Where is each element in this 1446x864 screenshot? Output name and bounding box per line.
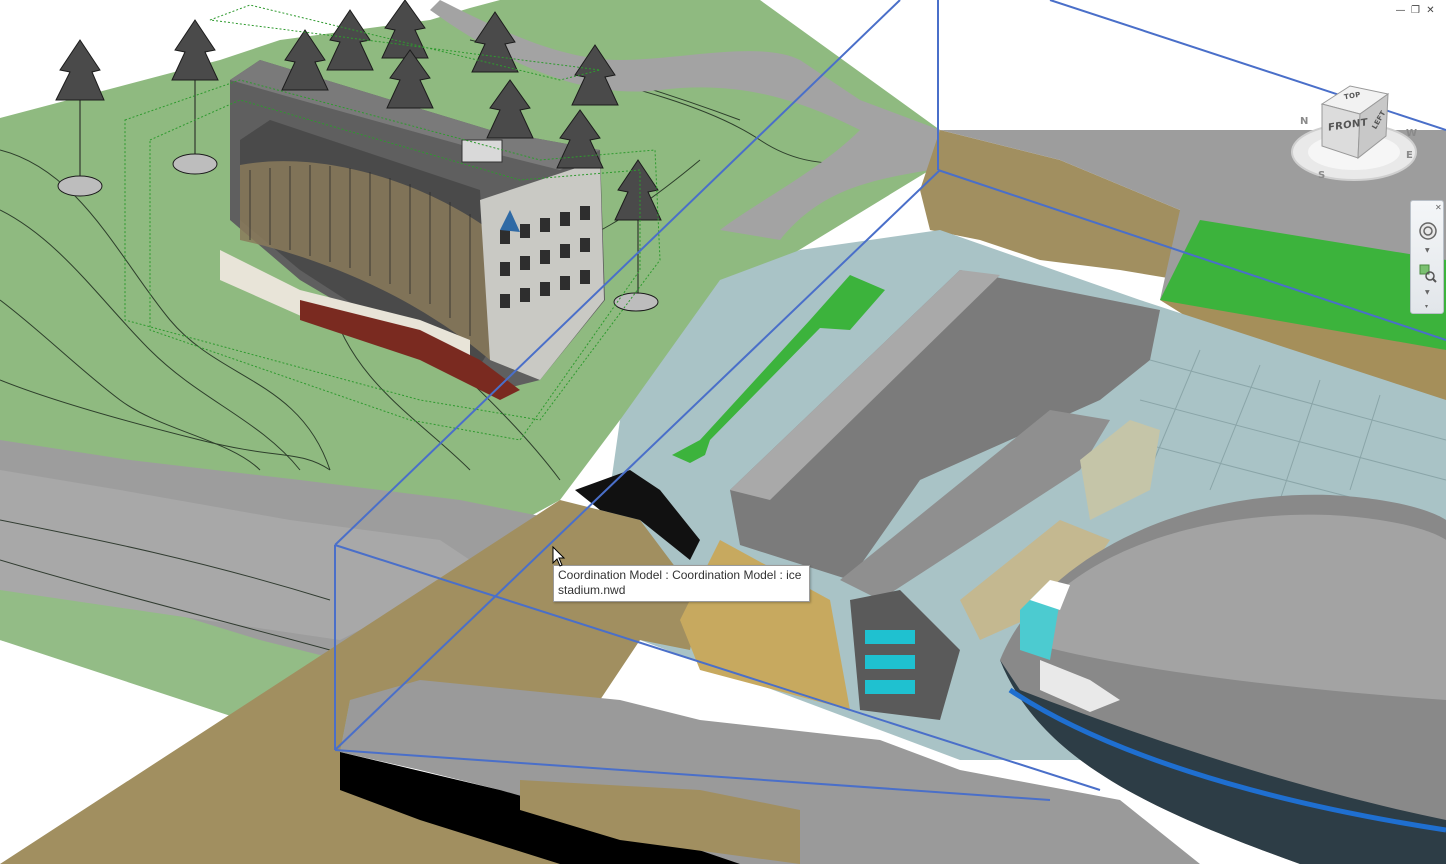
mouse-cursor-icon bbox=[552, 546, 566, 567]
navigation-bar: ✕ ▼ ▼ ▾ bbox=[1410, 200, 1444, 314]
navbar-options-icon[interactable]: ▾ bbox=[1425, 303, 1428, 310]
compass-south[interactable]: S bbox=[1318, 170, 1325, 181]
minimize-icon[interactable]: — bbox=[1395, 6, 1406, 17]
3d-model-viewport[interactable]: — ❐ ✕ FRONT TOP LEFT N E S W ✕ ▼ ▼ ▾ Coo… bbox=[0, 0, 1446, 864]
close-icon[interactable]: ✕ bbox=[1425, 6, 1436, 17]
navbar-close-icon[interactable]: ✕ bbox=[1435, 203, 1442, 212]
steering-wheel-dropdown-icon[interactable]: ▼ bbox=[1425, 247, 1430, 254]
tooltip-line-2: stadium.nwd bbox=[558, 583, 626, 597]
restore-icon[interactable]: ❐ bbox=[1410, 6, 1421, 17]
steering-wheel-icon[interactable] bbox=[1416, 219, 1439, 242]
model-scene[interactable] bbox=[0, 0, 1446, 864]
compass-west[interactable]: W bbox=[1406, 128, 1417, 139]
tooltip-line-1: Coordination Model : Coordination Model … bbox=[558, 568, 802, 582]
element-tooltip: Coordination Model : Coordination Model … bbox=[553, 565, 810, 602]
compass-east[interactable]: E bbox=[1406, 150, 1413, 161]
zoom-dropdown-icon[interactable]: ▼ bbox=[1425, 289, 1430, 296]
window-controls: — ❐ ✕ bbox=[1395, 6, 1436, 17]
viewcube[interactable]: FRONT TOP LEFT N E S W bbox=[1288, 78, 1424, 190]
zoom-window-icon[interactable] bbox=[1416, 261, 1439, 284]
compass-north[interactable]: N bbox=[1300, 116, 1308, 127]
